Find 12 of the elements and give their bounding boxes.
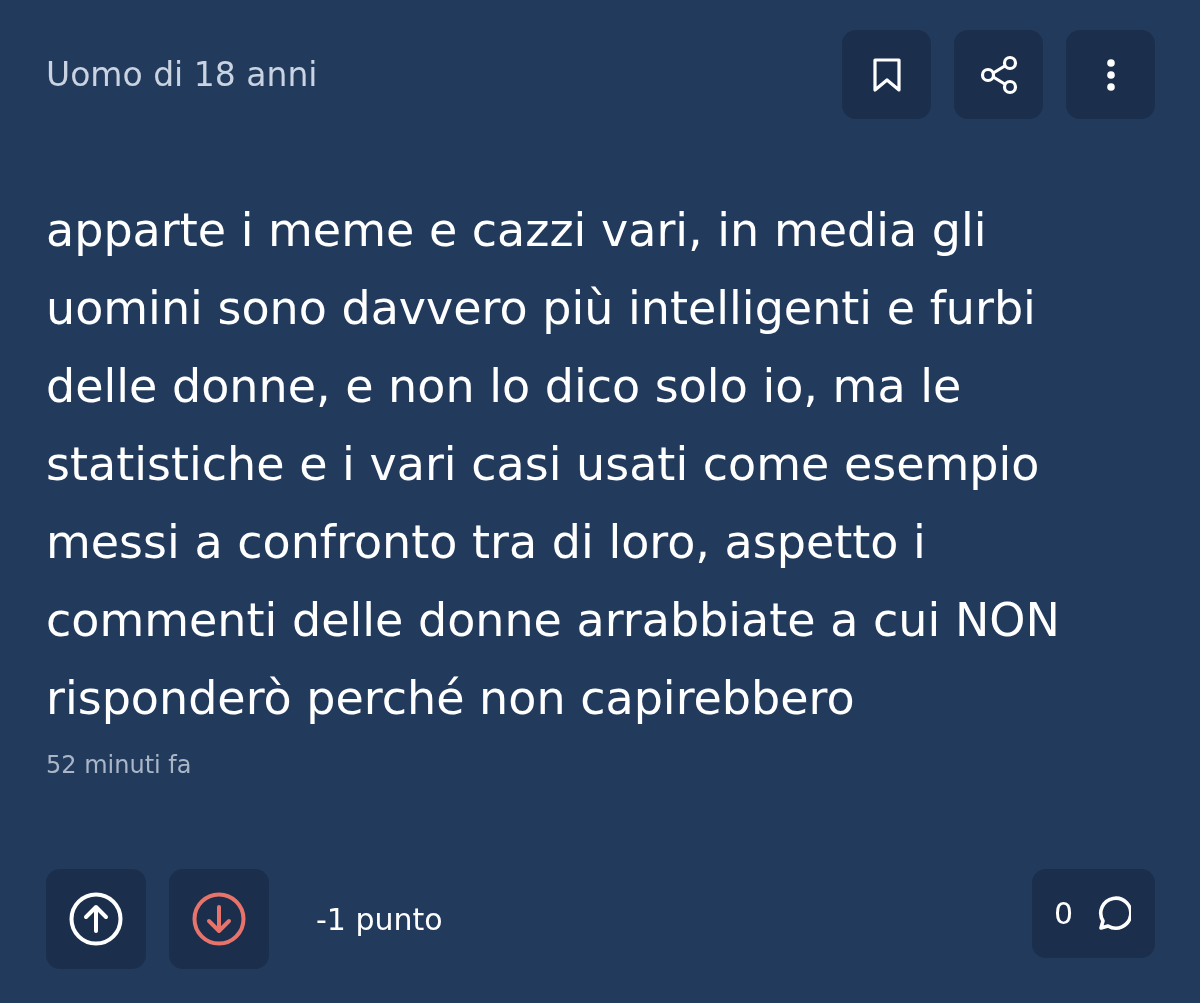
more-icon bbox=[1106, 58, 1115, 91]
comments-button[interactable]: 0 bbox=[1031, 869, 1155, 958]
bookmark-button[interactable] bbox=[842, 30, 931, 119]
share-icon bbox=[979, 54, 1018, 95]
score-label: -1 punto bbox=[316, 901, 443, 937]
share-button[interactable] bbox=[954, 30, 1043, 119]
upvote-button[interactable] bbox=[46, 869, 146, 969]
post-text: apparte i meme e cazzi vari, in media gli uomini sono davvero più intelligenti e furbi delle donne, e non lo dico solo io, ma le statistiche e i vari casi usati come esempio messi a confronto tra di loro, aspetto i commenti delle donne arrabbiate a cui NON risponderò perché non capirebbero bbox=[46, 202, 1061, 727]
author-label: Uomo di 18 anni bbox=[46, 55, 318, 94]
post-time: 52 minuti fa bbox=[46, 751, 192, 779]
downvote-button[interactable] bbox=[169, 869, 269, 969]
bookmark-icon bbox=[871, 56, 902, 93]
